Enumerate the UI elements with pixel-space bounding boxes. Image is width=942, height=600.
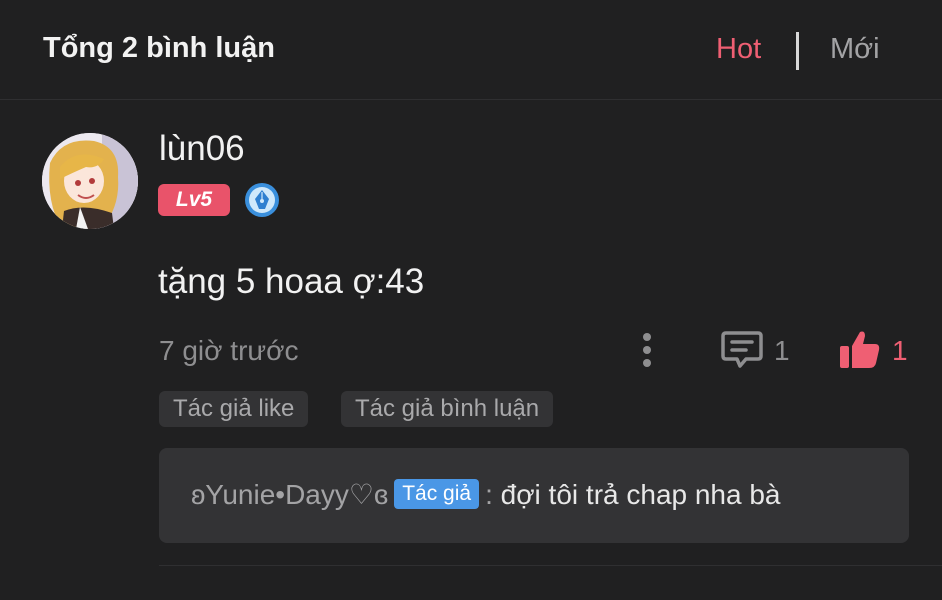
comment-icon[interactable] [720, 329, 764, 371]
user-avatar[interactable] [42, 133, 138, 229]
like-count: 1 [892, 335, 908, 366]
author-reply-line: ʚYunie•Dayy♡ɞ Tác giả: đợi tôi trả chap n… [191, 478, 781, 511]
author-reply-box[interactable]: ʚYunie•Dayy♡ɞ Tác giả: đợi tôi trả chap n… [159, 448, 909, 543]
sort-new-tab[interactable]: Mới [830, 33, 880, 66]
comment-text: tặng 5 hoaa ợ:43 [158, 262, 425, 301]
author-replied-tag: Tác giả bình luận [341, 391, 554, 427]
pen-nib-badge-icon [244, 182, 280, 218]
author-badge: Tác giả [394, 479, 480, 509]
avatar-illustration [42, 133, 138, 229]
thumbs-up-icon[interactable] [838, 329, 882, 371]
comments-header: Tổng 2 bình luận Hot Mới [0, 0, 942, 100]
comment-count-title: Tổng 2 bình luận [43, 32, 275, 64]
sort-hot-tab[interactable]: Hot [716, 33, 761, 66]
level-badge: Lv5 [158, 184, 230, 216]
sort-divider [796, 32, 799, 70]
reply-author-name[interactable]: ʚYunie•Dayy♡ɞ [191, 479, 388, 510]
author-liked-tag: Tác giả like [159, 391, 309, 427]
comment-timestamp: 7 giờ trước [159, 335, 299, 366]
comment-username[interactable]: lùn06 [159, 129, 245, 169]
reply-count: 1 [774, 335, 790, 366]
reply-separator: : [485, 479, 493, 510]
comment-divider [159, 565, 942, 566]
reply-text: đợi tôi trả chap nha bà [500, 479, 781, 510]
more-vertical-icon[interactable] [636, 330, 658, 370]
